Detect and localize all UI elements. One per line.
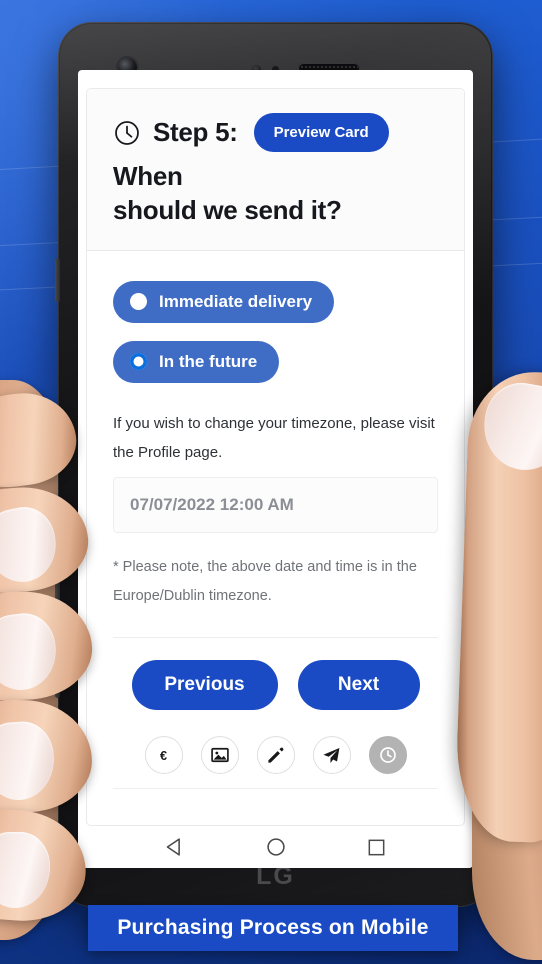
step-icon-paper-plane[interactable] [312, 736, 351, 775]
volume-down-button[interactable] [55, 626, 60, 698]
wizard-card: Step 5: Preview Card When should we send… [86, 88, 465, 826]
next-button[interactable]: Next [297, 660, 420, 711]
recents-square-icon[interactable] [366, 837, 387, 858]
paper-plane-icon [323, 747, 340, 763]
radio-option-label: In the future [159, 351, 258, 371]
euro-icon: € [160, 748, 167, 762]
card-header: Step 5: Preview Card When should we send… [87, 89, 464, 251]
datetime-input[interactable] [113, 477, 438, 534]
page-title: Step 5: [153, 117, 238, 147]
svg-text:€: € [160, 748, 167, 762]
timezone-note: If you wish to change your timezone, ple… [113, 414, 435, 461]
nav-divider [113, 637, 438, 639]
left-fingernail [0, 609, 61, 695]
scene: LG Step 5: Preview Card When should we s… [0, 0, 542, 964]
radio-dot-checked-icon [130, 353, 147, 371]
card-body: Immediate delivery In the future If you … [87, 251, 464, 825]
step-icon-image[interactable] [200, 736, 239, 775]
page-subtitle-line2: should we send it? [113, 194, 342, 225]
volume-up-button[interactable] [55, 542, 60, 614]
header-title-row: Step 5: Preview Card [113, 113, 438, 152]
left-fingernail [0, 501, 63, 589]
radio-option-label: Immediate delivery [159, 291, 313, 311]
left-fingernail [0, 719, 57, 803]
phone-screen: Step 5: Preview Card When should we send… [78, 70, 473, 868]
image-icon [210, 748, 229, 763]
radio-option-in-the-future[interactable]: In the future [113, 340, 280, 383]
nav-buttons: Previous Next [113, 660, 438, 711]
step-icon-pencil[interactable] [256, 736, 295, 775]
timezone-footnote: * Please note, the above date and time i… [113, 559, 417, 605]
pencil-icon [268, 747, 284, 763]
phone-device: LG Step 5: Preview Card When should we s… [55, 22, 493, 907]
page-subtitle-line1: When [113, 161, 183, 191]
page-subtitle: When should we send it? [113, 160, 438, 228]
back-triangle-icon[interactable] [164, 836, 186, 858]
clock-icon [379, 747, 396, 763]
radio-option-immediate-delivery[interactable]: Immediate delivery [113, 280, 335, 323]
left-fingernail [0, 832, 50, 908]
home-circle-icon[interactable] [265, 836, 287, 858]
caption-banner: Purchasing Process on Mobile [88, 905, 458, 951]
step-icon-euro[interactable]: € [144, 736, 183, 775]
clock-icon [115, 120, 139, 145]
step-icon-clock-active[interactable] [368, 736, 407, 775]
power-button[interactable] [55, 258, 60, 302]
android-navigation-bar [78, 826, 473, 868]
radio-dot-unchecked-icon [130, 293, 147, 311]
step-indicator-strip: € [113, 736, 438, 790]
previous-button[interactable]: Previous [131, 660, 278, 711]
preview-card-button[interactable]: Preview Card [253, 113, 389, 152]
